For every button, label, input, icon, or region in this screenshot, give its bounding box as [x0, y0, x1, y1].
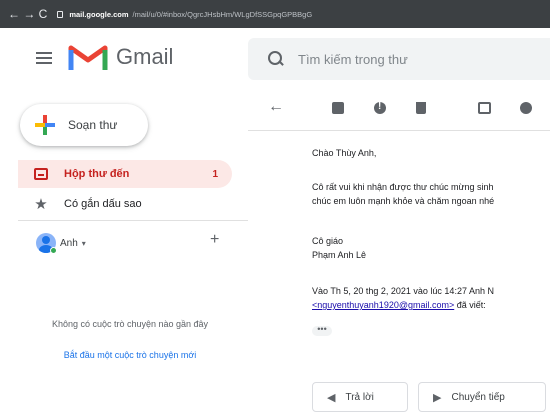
app-name: Gmail	[116, 44, 174, 69]
back-arrow-icon[interactable]: ←	[268, 98, 284, 115]
lock-icon	[57, 10, 64, 18]
menu-icon[interactable]	[36, 52, 52, 64]
compose-plus-icon	[34, 114, 56, 136]
star-icon: ★	[34, 195, 48, 213]
forward-icon: ▶	[433, 391, 442, 404]
show-trimmed-content-button[interactable]: •••	[312, 325, 332, 336]
unread-count: 1	[212, 168, 218, 180]
email-signature-name: Phạm Anh Lê	[312, 250, 367, 260]
compose-button[interactable]: Soạn thư	[20, 104, 148, 146]
forward-label: Chuyển tiếp	[451, 391, 505, 403]
search-input[interactable]	[298, 51, 518, 67]
start-chat-link[interactable]: Bắt đầu một cuộc trò chuyện mới	[28, 350, 232, 360]
hangouts-user-name: Anh	[60, 237, 78, 249]
no-chat-message: Không có cuộc trò chuyện nào gần đây	[51, 319, 209, 329]
address-bar[interactable]: mail.google.com /mail/u/0/#inbox/QgrcJHs…	[57, 10, 497, 19]
gmail-m-icon	[68, 45, 108, 70]
sender-email-link[interactable]: <nguyenthuyanh1920@gmail.com>	[312, 300, 454, 310]
archive-icon[interactable]	[332, 102, 344, 114]
sidebar-item-starred[interactable]: ★ Có gắn dấu sao	[18, 190, 232, 218]
quoted-suffix: đã viết:	[454, 300, 486, 310]
inbox-icon	[34, 168, 48, 180]
reply-icon: ◀	[327, 391, 336, 404]
reply-label: Trả lời	[345, 391, 374, 403]
online-status-icon	[50, 247, 57, 254]
delete-icon[interactable]	[416, 102, 426, 114]
quoted-sender: <nguyenthuyanh1920@gmail.com> đã viết:	[312, 298, 486, 312]
email-signature-title: Cô giáo	[312, 236, 344, 246]
sidebar-divider	[18, 220, 248, 221]
sidebar-item-inbox[interactable]: Hộp thư đến 1	[18, 160, 232, 188]
search-icon[interactable]	[268, 51, 284, 67]
compose-label: Soạn thư	[68, 118, 118, 132]
hangouts-user[interactable]: Anh ▾	[36, 232, 236, 254]
email-body: Chào Thùy Anh, Cô rất vui khi nhận được …	[312, 142, 550, 352]
email-line: chúc em luôn mạnh khỏe và chăm ngoan nhé	[312, 196, 495, 206]
snooze-icon[interactable]	[520, 102, 532, 114]
email-greeting: Chào Thùy Anh,	[312, 148, 377, 158]
message-toolbar: ←	[248, 92, 550, 128]
sidebar-item-label: Có gắn dấu sao	[64, 198, 142, 210]
chevron-down-icon: ▾	[81, 238, 86, 248]
browser-nav-icons[interactable]: ← → C	[8, 7, 47, 21]
report-spam-icon[interactable]	[374, 101, 386, 114]
quoted-header: Vào Th 5, 20 thg 2, 2021 vào lúc 14:27 A…	[312, 286, 494, 296]
email-line: Cô rất vui khi nhận được thư chúc mừng s…	[312, 182, 494, 192]
toolbar-divider	[248, 130, 550, 131]
forward-button[interactable]: ▶ Chuyển tiếp	[418, 382, 546, 412]
browser-bar: ← → C mail.google.com /mail/u/0/#inbox/Q…	[0, 0, 550, 28]
message-view: ← Chào Thùy Anh, Cô rất vui khi nhận đượ…	[248, 92, 550, 417]
sidebar: Soạn thư Hộp thư đến 1 ★ Có gắn dấu sao …	[0, 92, 248, 417]
sidebar-item-label: Hộp thư đến	[64, 168, 130, 180]
url-host: mail.google.com	[69, 9, 129, 19]
search-bar[interactable]	[248, 38, 550, 80]
reply-button[interactable]: ◀ Trả lời	[312, 382, 408, 412]
move-to-icon[interactable]	[478, 102, 491, 114]
gmail-header: Gmail	[0, 28, 550, 92]
url-path: /mail/u/0/#inbox/QgrcJHsbHm/WLgDfSSGpqGP…	[132, 9, 313, 19]
add-chat-icon[interactable]: +	[210, 231, 219, 249]
gmail-logo[interactable]: Gmail	[68, 42, 173, 72]
